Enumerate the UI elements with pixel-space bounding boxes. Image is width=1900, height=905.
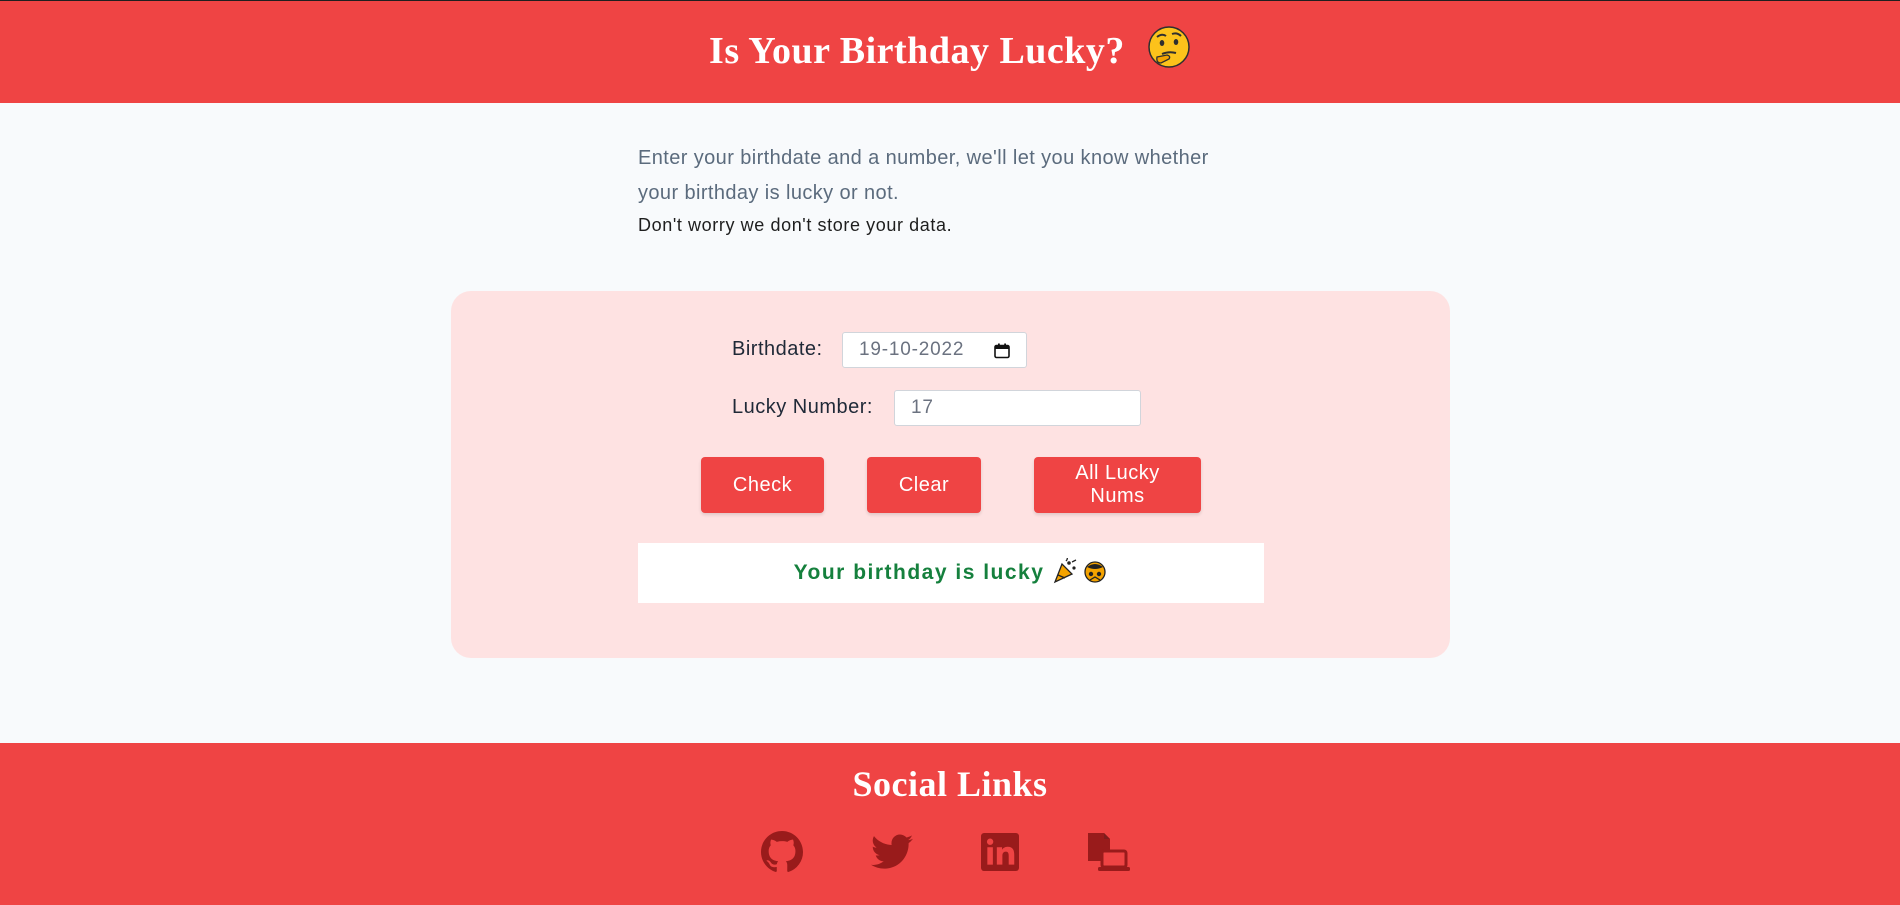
linkedin-link[interactable]: [977, 831, 1023, 877]
page-title: Is Your Birthday Lucky?: [709, 25, 1191, 79]
lucky-number-input[interactable]: 17: [894, 390, 1141, 426]
linkedin-icon: [981, 832, 1019, 876]
page-header: Is Your Birthday Lucky?: [0, 1, 1900, 103]
intro-line-2: your birthday is lucky or not.: [638, 182, 899, 204]
birthdate-input[interactable]: 19-10-2022: [842, 332, 1027, 368]
party-popper-icon: [1052, 556, 1078, 589]
twitter-icon: [871, 834, 913, 875]
cake-icon: [1082, 558, 1108, 589]
result-box: Your birthday is lucky: [638, 543, 1264, 603]
check-button[interactable]: Check: [701, 457, 824, 513]
all-lucky-nums-button[interactable]: All Lucky Nums: [1034, 457, 1201, 513]
github-icon: [761, 830, 803, 878]
result-message: Your birthday is lucky: [793, 561, 1045, 584]
birthdate-value: 19-10-2022: [859, 339, 965, 360]
calendar-icon[interactable]: [994, 343, 1010, 365]
intro-text: Enter your birthdate and a number, we'll…: [638, 141, 1278, 236]
lucky-number-label: Lucky Number:: [732, 396, 873, 418]
twitter-link[interactable]: [869, 831, 915, 877]
portfolio-link[interactable]: [1086, 831, 1132, 877]
thinking-face-icon: [1147, 25, 1191, 79]
intro-line-1: Enter your birthdate and a number, we'll…: [638, 147, 1209, 169]
clear-button[interactable]: Clear: [867, 457, 981, 513]
lucky-number-value: 17: [911, 397, 934, 418]
social-links-title: Social Links: [852, 764, 1048, 804]
portfolio-icon: [1086, 831, 1132, 878]
github-link[interactable]: [759, 830, 805, 878]
page-footer: Social Links: [0, 743, 1900, 905]
birthdate-label: Birthdate:: [732, 338, 823, 360]
privacy-note: Don't worry we don't store your data.: [638, 215, 953, 235]
